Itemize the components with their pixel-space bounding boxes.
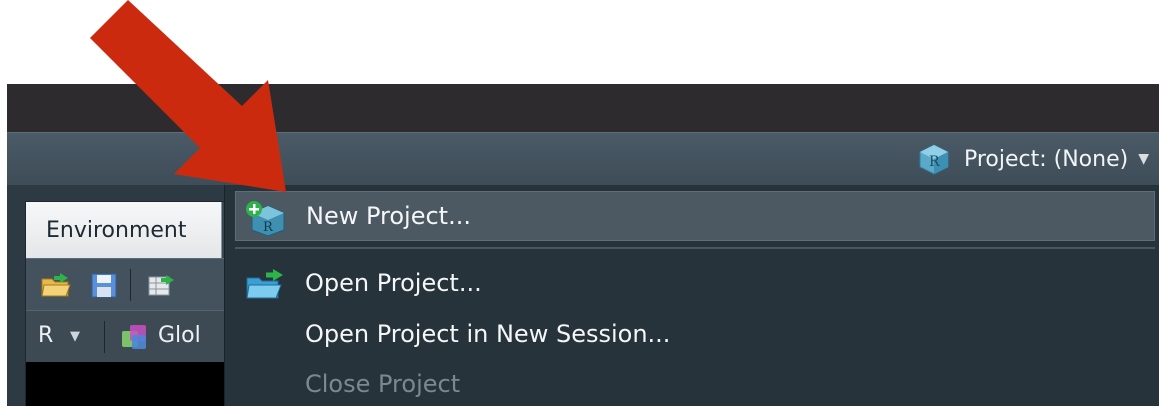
tab-environment-label: Environment [46, 217, 187, 243]
language-selector[interactable]: R [38, 323, 53, 348]
menu-item-close-project: Close Project [235, 359, 1155, 406]
chevron-down-icon[interactable]: ▼ [70, 329, 80, 344]
menu-item-label: New Project... [306, 202, 471, 230]
toolbar-divider [130, 269, 131, 301]
import-dataset-icon[interactable] [146, 271, 178, 299]
r-project-cube-icon: R [919, 144, 949, 175]
open-folder-icon [246, 269, 283, 299]
screenshot-stage: R Project: (None) ▼ Environment R ▼ Glol… [0, 0, 1159, 406]
environment-scope-label[interactable]: Glol [158, 323, 201, 348]
open-folder-icon[interactable] [40, 271, 72, 299]
environment-scope-bar: R ▼ Glol [26, 310, 236, 363]
environment-content-area [26, 362, 236, 406]
menu-item-new-project[interactable]: R New Project... [235, 191, 1155, 241]
environment-pane: Environment R ▼ Glol [7, 185, 237, 406]
project-menu-button[interactable]: R Project: (None) ▼ [918, 143, 1149, 175]
environment-pane-frame: Environment R ▼ Glol [25, 201, 236, 406]
environment-toolbar [26, 258, 236, 311]
red-arrow-annotation [90, 0, 286, 192]
save-icon[interactable] [88, 271, 120, 299]
project-dropdown-menu: R New Project... Open Project... Open Pr… [224, 185, 1159, 406]
menu-item-label: Open Project in New Session... [305, 320, 671, 348]
toolbar-divider [104, 321, 105, 353]
menu-item-label: Open Project... [305, 269, 482, 297]
chevron-down-icon: ▼ [1138, 151, 1149, 167]
svg-text:R: R [929, 154, 940, 170]
menu-item-label: Close Project [305, 370, 461, 398]
menu-item-open-project-new-session[interactable]: Open Project in New Session... [235, 309, 1155, 359]
project-button-label: Project: (None) [963, 146, 1129, 172]
menu-separator [235, 247, 1155, 249]
menu-item-open-project[interactable]: Open Project... [235, 258, 1155, 308]
global-environment-icon [122, 325, 146, 349]
tab-environment[interactable]: Environment [26, 202, 222, 258]
svg-text:R: R [263, 220, 274, 235]
